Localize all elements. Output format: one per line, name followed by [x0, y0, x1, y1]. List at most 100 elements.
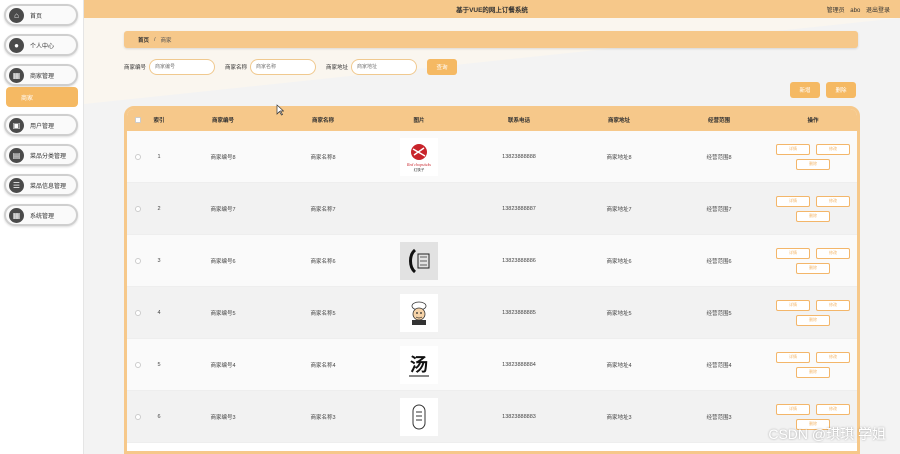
detail-button[interactable]: 详情	[776, 195, 810, 207]
cell-scope: 经营范围5	[706, 310, 732, 317]
sidebar-item-system[interactable]: ▦ 系统管理	[4, 204, 78, 226]
cell-merchant-no: 商家编号7	[210, 206, 236, 213]
row-checkbox[interactable]	[135, 257, 141, 264]
sidebar-item-users[interactable]: ▣ 用户管理	[4, 114, 78, 136]
sidebar-item-label: 商家管理	[30, 73, 55, 80]
grid-icon: ▦	[9, 67, 24, 83]
detail-button[interactable]: 详情	[776, 299, 810, 311]
merchant-no-input[interactable]	[149, 59, 216, 75]
top-header: 基于VUE的网上订餐系统 管理员 abo 退出登录	[84, 0, 900, 18]
cell-merchant-name: 商家名称5	[310, 310, 336, 317]
cell-image: Red chopsticks 红筷子	[369, 137, 469, 176]
col-operations: 操作	[807, 118, 819, 124]
cell-address: 商家地址7	[606, 206, 632, 213]
user-role: 管理员	[826, 8, 845, 14]
logo-text: Red chopsticks	[406, 162, 431, 167]
watermark: CSDN @琪琪 学姐	[768, 426, 886, 442]
table-row: 5 商家编号4 商家名称4 汤 13823888884 商家地址4 经营范围4 …	[127, 339, 857, 391]
row-delete-button[interactable]: 删除	[796, 158, 830, 170]
category-icon: ▤	[9, 147, 24, 163]
cell-merchant-no: 商家编号6	[210, 258, 236, 265]
edit-button[interactable]: 修改	[816, 299, 850, 311]
col-index: 索引	[153, 118, 165, 124]
sidebar-item-home[interactable]: ⌂ 首页	[4, 4, 78, 26]
sidebar-item-merchant[interactable]: ▦ 商家管理	[4, 64, 78, 86]
cell-operations: 详情 修改 删除	[769, 299, 857, 326]
cell-operations: 详情 修改 删除	[769, 143, 857, 170]
cell-index: 6	[157, 413, 161, 420]
row-select-cell	[127, 413, 149, 420]
row-delete-button[interactable]: 删除	[796, 366, 830, 378]
cell-phone: 13823888887	[502, 205, 536, 212]
cell-scope: 经营范围3	[706, 414, 732, 421]
app-title: 基于VUE的网上订餐系统	[456, 7, 528, 14]
cell-index: 2	[157, 205, 161, 212]
cell-merchant-no: 商家编号8	[210, 154, 236, 161]
merchant-name-input[interactable]	[250, 59, 317, 75]
row-checkbox[interactable]	[135, 413, 141, 420]
merchant-addr-input[interactable]	[351, 59, 418, 75]
user-manage-icon: ▣	[9, 117, 24, 133]
row-delete-button[interactable]: 删除	[796, 314, 830, 326]
edit-button[interactable]: 修改	[816, 195, 850, 207]
table-row: 2 商家编号7 商家名称7 13823888887 商家地址7 经营范围7 详情…	[127, 183, 857, 235]
edit-button[interactable]: 修改	[816, 351, 850, 363]
cell-merchant-name: 商家名称3	[310, 414, 336, 421]
cell-scope: 经营范围6	[706, 258, 732, 265]
cell-address: 商家地址8	[606, 154, 632, 161]
detail-button[interactable]: 详情	[776, 247, 810, 259]
cell-merchant-name: 商家名称6	[310, 258, 336, 265]
logout-link[interactable]: 退出登录	[866, 8, 890, 14]
row-delete-button[interactable]: 删除	[796, 262, 830, 274]
cell-image: 汤	[369, 345, 469, 384]
row-checkbox[interactable]	[135, 205, 141, 212]
detail-button[interactable]: 详情	[776, 143, 810, 155]
grey-logo	[400, 241, 438, 280]
cell-phone: 13823888888	[502, 153, 536, 160]
row-select-cell	[127, 205, 149, 212]
home-icon: ⌂	[9, 7, 24, 23]
row-select-cell	[127, 257, 149, 264]
cell-image	[369, 293, 469, 332]
edit-button[interactable]: 修改	[816, 247, 850, 259]
cell-operations: 详情 修改 删除	[769, 195, 857, 222]
delete-button[interactable]: 删除	[826, 82, 856, 98]
row-checkbox[interactable]	[135, 153, 141, 160]
breadcrumb: 首页 / 商家	[124, 31, 858, 48]
detail-button[interactable]: 详情	[776, 351, 810, 363]
cell-merchant-no: 商家编号5	[210, 310, 236, 317]
search-button[interactable]: 查询	[427, 59, 458, 75]
sidebar: ⌂ 首页 ● 个人中心 ▦ 商家管理 商家 ▣ 用户管理 ▤ 菜品分类管理 ☰ …	[0, 0, 84, 454]
chef-logo	[400, 293, 438, 332]
breadcrumb-home[interactable]: 首页	[138, 36, 149, 44]
edit-button[interactable]: 修改	[816, 403, 850, 415]
cell-index: 3	[157, 257, 161, 264]
col-merchant-name: 商家名称	[311, 118, 334, 124]
row-select-cell	[127, 361, 149, 368]
row-delete-button[interactable]: 删除	[796, 210, 830, 222]
soup-logo: 汤	[400, 345, 438, 384]
sidebar-subitem-merchant[interactable]: 商家	[6, 87, 78, 107]
cell-phone: 13823888884	[502, 361, 536, 368]
merchant-no-label: 商家编号	[124, 65, 147, 71]
table-row: 3 商家编号6 商家名称6 13823888886 商家地址6 经营范围6 详情…	[127, 235, 857, 287]
row-checkbox[interactable]	[135, 361, 141, 368]
breadcrumb-current: 商家	[160, 37, 172, 44]
sidebar-item-label: 个人中心	[30, 43, 55, 50]
sidebar-item-profile[interactable]: ● 个人中心	[4, 34, 78, 56]
sidebar-item-dish-category[interactable]: ▤ 菜品分类管理	[4, 144, 78, 166]
cell-address: 商家地址5	[606, 310, 632, 317]
user-name: abo	[850, 8, 861, 14]
cell-image	[369, 241, 469, 280]
detail-button[interactable]: 详情	[776, 403, 810, 415]
add-button[interactable]: 新增	[790, 82, 820, 98]
select-all-checkbox[interactable]	[135, 117, 141, 123]
table-row: 6 商家编号3 商家名称3 13823888883 商家地址3 经营范围3 详情…	[127, 391, 857, 443]
stamp-logo	[400, 397, 438, 436]
cell-phone: 13823888883	[502, 413, 536, 420]
sidebar-item-dish-info[interactable]: ☰ 菜品信息管理	[4, 174, 78, 196]
cell-merchant-name: 商家名称8	[310, 154, 336, 161]
sidebar-item-label: 菜品分类管理	[30, 153, 67, 160]
edit-button[interactable]: 修改	[816, 143, 850, 155]
row-checkbox[interactable]	[135, 309, 141, 316]
